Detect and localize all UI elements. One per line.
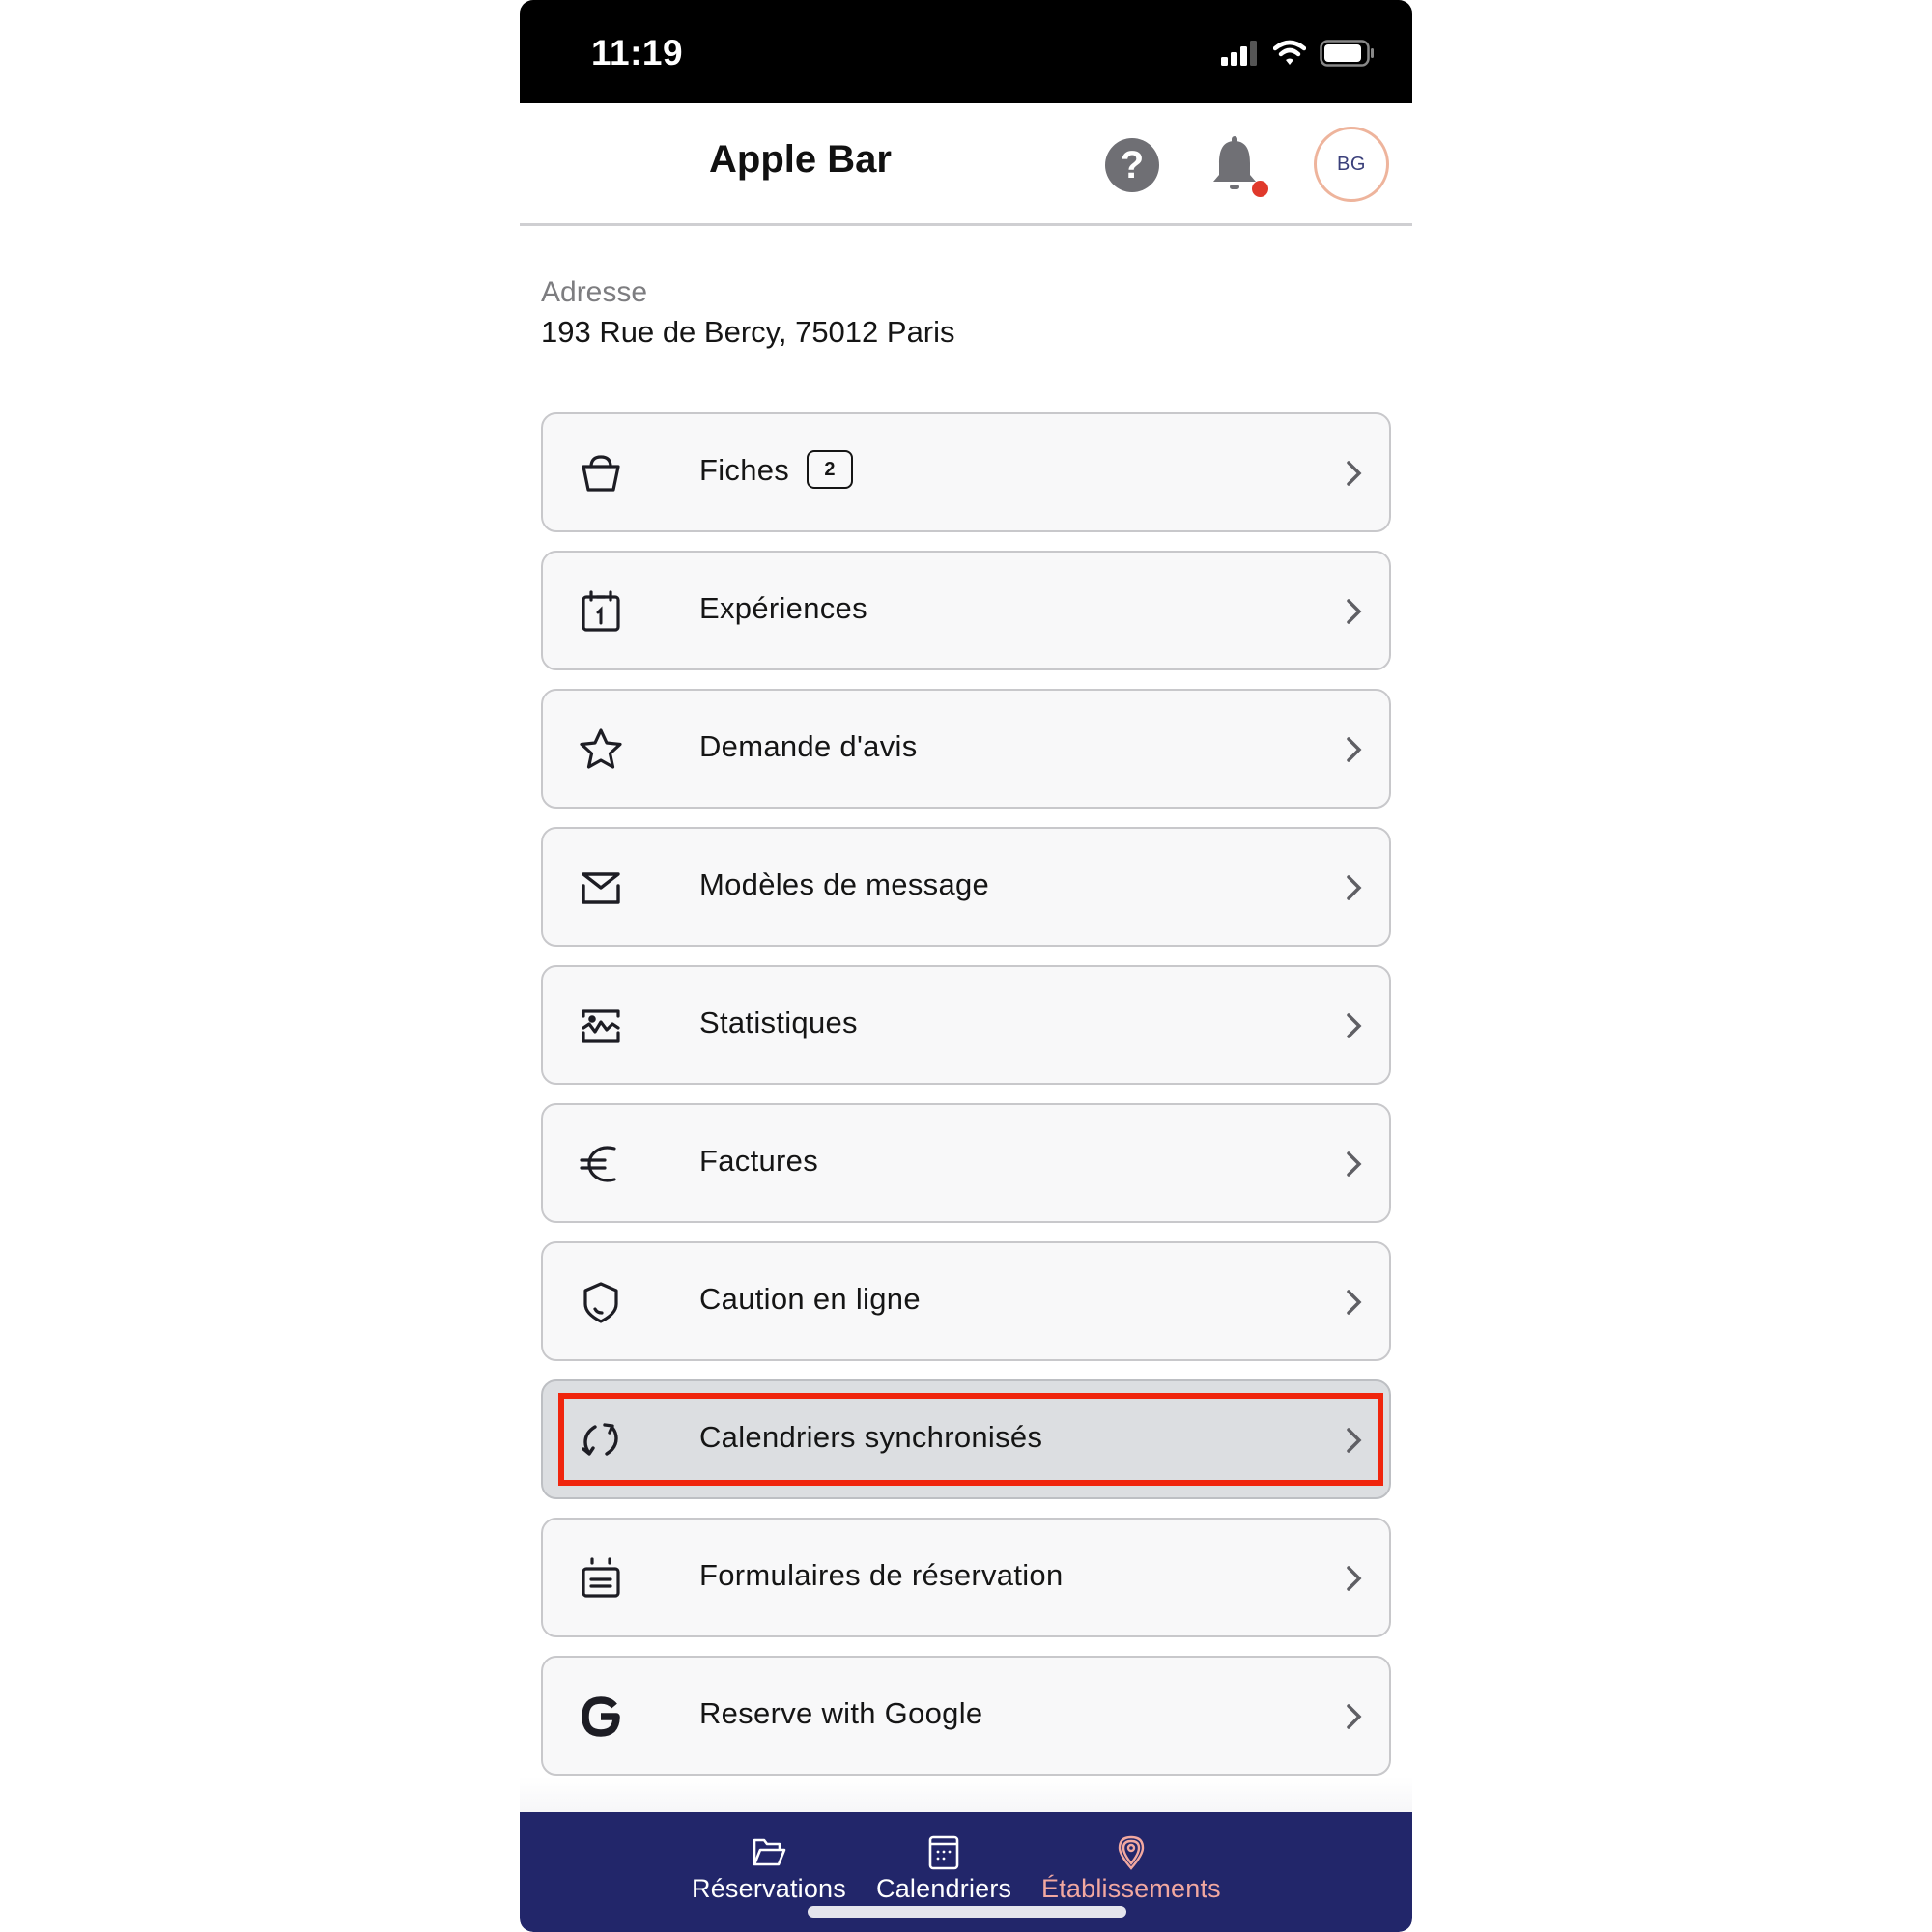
settings-menu: Fiches 2 Expériences Demande d'avis Modè…: [541, 412, 1391, 1794]
menu-item-label: Statistiques: [699, 1006, 858, 1039]
menu-item-label: Reserve with Google: [699, 1696, 983, 1730]
help-button[interactable]: ?: [1105, 138, 1159, 192]
address-label: Adresse: [541, 276, 648, 308]
location-pin-icon: [1118, 1835, 1145, 1870]
chevron-right-icon: [1347, 1290, 1362, 1315]
chevron-right-icon: [1347, 599, 1362, 624]
menu-item-label: Demande d'avis: [699, 729, 918, 763]
menu-item-label: Factures: [699, 1144, 818, 1178]
chevron-right-icon: [1347, 461, 1362, 486]
chevron-right-icon: [1347, 1704, 1362, 1729]
shield-icon: [583, 1282, 618, 1323]
chevron-right-icon: [1347, 875, 1362, 900]
menu-item-calendriers-synchronises[interactable]: Calendriers synchronisés: [541, 1379, 1391, 1499]
chevron-right-icon: [1347, 1428, 1362, 1453]
menu-item-demande-avis[interactable]: Demande d'avis: [541, 689, 1391, 809]
tab-label: Réservations: [692, 1874, 846, 1903]
wifi-icon: [1273, 40, 1306, 65]
menu-item-factures[interactable]: Factures: [541, 1103, 1391, 1223]
euro-icon: [580, 1146, 616, 1182]
cellular-signal-icon: [1221, 41, 1257, 66]
phone-screen: 11:19 Apple Bar ? BG Adresse 193 Rue de …: [520, 0, 1412, 1932]
menu-item-label: Calendriers synchronisés: [699, 1420, 1043, 1454]
bottom-navigation: Réservations Calendriers Établissements: [520, 1812, 1412, 1932]
status-icons: [1221, 37, 1376, 70]
menu-item-fiches[interactable]: Fiches 2: [541, 412, 1391, 532]
menu-item-label: Modèles de message: [699, 867, 990, 901]
menu-item-caution-en-ligne[interactable]: Caution en ligne: [541, 1241, 1391, 1361]
star-icon: [580, 728, 622, 769]
page-title: Apple Bar: [709, 138, 892, 181]
chevron-right-icon: [1347, 1566, 1362, 1591]
chevron-right-icon: [1347, 737, 1362, 762]
sync-icon: [582, 1423, 618, 1456]
menu-item-reserve-with-google[interactable]: Reserve with Google: [541, 1656, 1391, 1776]
menu-item-label: Fiches 2: [699, 450, 854, 492]
calendar-grid-icon: [928, 1835, 959, 1870]
content-fade: [520, 1777, 1412, 1812]
avatar[interactable]: BG: [1314, 127, 1389, 202]
form-calendar-icon: [582, 1557, 620, 1598]
menu-item-formulaires-reservation[interactable]: Formulaires de réservation: [541, 1518, 1391, 1637]
tab-etablissements[interactable]: Établissements: [1041, 1835, 1221, 1904]
menu-item-label: Caution en ligne: [699, 1282, 921, 1316]
question-circle-icon: ?: [1120, 143, 1145, 186]
tab-reservations[interactable]: Réservations: [692, 1835, 846, 1904]
basket-icon: [582, 455, 620, 492]
avatar-initials: BG: [1337, 153, 1366, 175]
google-icon: [582, 1696, 620, 1737]
menu-item-experiences[interactable]: Expériences: [541, 551, 1391, 670]
battery-icon: [1320, 40, 1374, 67]
tab-label: Calendriers: [876, 1874, 1012, 1903]
notification-dot: [1252, 181, 1268, 197]
address-value: 193 Rue de Bercy, 75012 Paris: [541, 315, 955, 349]
status-time: 11:19: [591, 33, 684, 72]
statistics-icon: [582, 1009, 620, 1043]
menu-item-statistiques[interactable]: Statistiques: [541, 965, 1391, 1085]
menu-item-label: Expériences: [699, 591, 867, 625]
calendar-day-icon: [582, 590, 620, 632]
menu-item-modeles-message[interactable]: Modèles de message: [541, 827, 1391, 947]
menu-item-label: Formulaires de réservation: [699, 1558, 1064, 1592]
status-bar: 11:19: [520, 0, 1412, 103]
folder-open-icon: [753, 1838, 786, 1866]
chevron-right-icon: [1347, 1013, 1362, 1038]
notifications-button[interactable]: [1209, 136, 1268, 197]
app-header: Apple Bar ? BG: [520, 103, 1412, 226]
tab-label: Établissements: [1041, 1874, 1221, 1903]
envelope-icon: [582, 872, 620, 904]
count-badge: 2: [807, 450, 854, 489]
tab-calendriers[interactable]: Calendriers: [876, 1835, 1011, 1904]
chevron-right-icon: [1347, 1151, 1362, 1177]
home-indicator[interactable]: [808, 1906, 1126, 1918]
